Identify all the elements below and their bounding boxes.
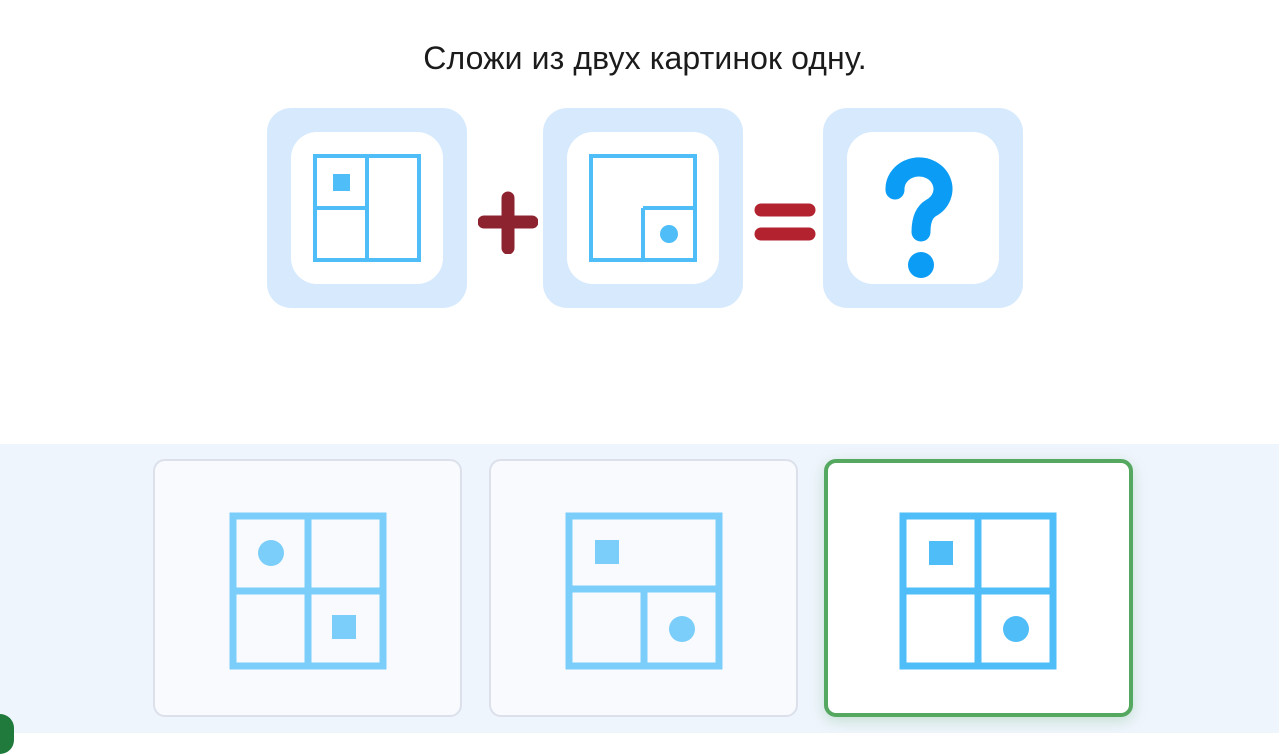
result-card xyxy=(847,132,999,284)
question-mark-icon xyxy=(885,157,953,278)
grid-circle-bottom-right-icon xyxy=(589,154,697,262)
grid-square-top-circle-bottom-right-icon xyxy=(565,512,723,670)
operand-2-card xyxy=(567,132,719,284)
task-title: Сложи из двух картинок одну. xyxy=(423,40,867,76)
grid-square-top-left-icon xyxy=(313,154,421,262)
grid-square-top-left-circle-bottom-right-icon xyxy=(899,512,1057,670)
result-tile xyxy=(823,108,1023,308)
plus-icon xyxy=(478,191,538,254)
operand-2-tile xyxy=(543,108,743,308)
answer-option-3[interactable] xyxy=(824,459,1133,717)
answer-option-1[interactable] xyxy=(153,459,462,717)
operand-1-card xyxy=(291,132,443,284)
answer-option-2[interactable] xyxy=(489,459,798,717)
grid-circle-top-left-square-bottom-right-icon xyxy=(229,512,387,670)
equals-icon xyxy=(754,203,816,241)
corner-decoration xyxy=(0,714,14,754)
operand-1-tile xyxy=(267,108,467,308)
